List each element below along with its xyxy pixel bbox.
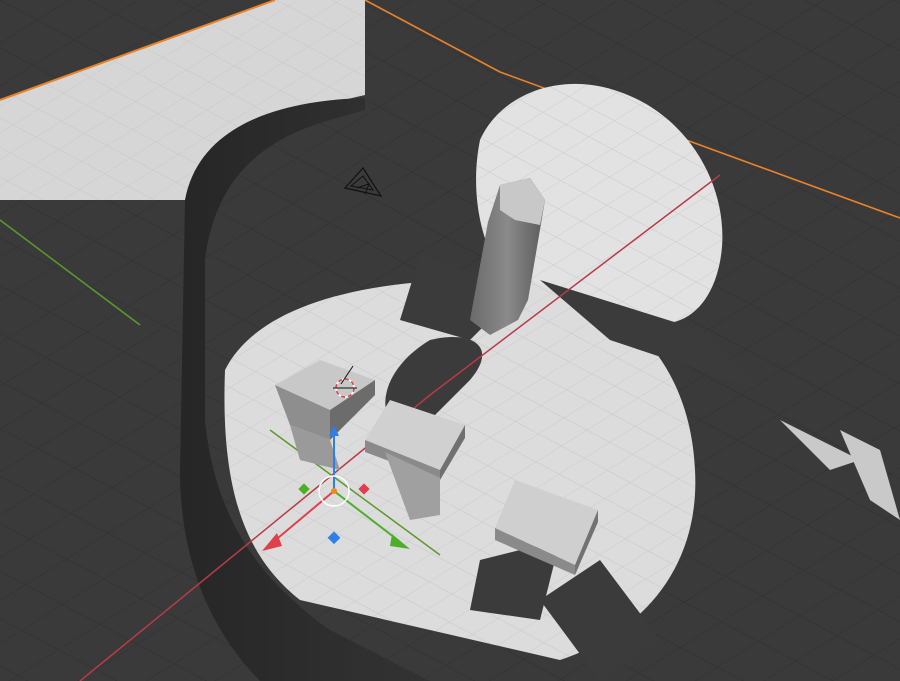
object-origin bbox=[331, 488, 337, 494]
viewport-canvas[interactable] bbox=[0, 0, 900, 681]
3d-viewport[interactable] bbox=[0, 0, 900, 681]
